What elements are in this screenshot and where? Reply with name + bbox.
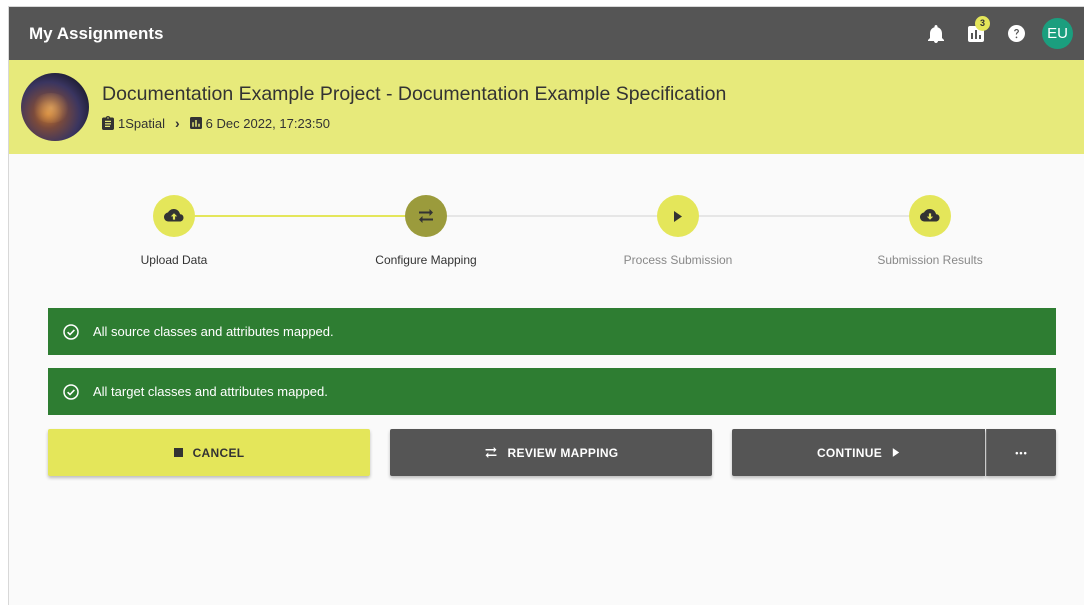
notification-count-badge: 3 <box>975 15 990 31</box>
check-circle-icon <box>63 383 79 400</box>
step-circle <box>153 195 195 237</box>
cancel-button-label: CANCEL <box>192 445 245 460</box>
cloud-upload-icon <box>164 209 184 222</box>
review-mapping-button[interactable]: REVIEW MAPPING <box>390 429 712 476</box>
breadcrumb: 1Spatial › 6 Dec 2022, 17:23:50 <box>102 115 726 131</box>
clipboard-icon <box>102 116 114 130</box>
breadcrumb-date[interactable]: 6 Dec 2022, 17:23:50 <box>206 116 330 131</box>
help-button[interactable] <box>996 14 1036 54</box>
page-title: My Assignments <box>29 23 164 43</box>
step-circle <box>657 195 699 237</box>
step-process-submission[interactable]: Process Submission <box>578 195 778 267</box>
swap-arrows-icon <box>485 447 496 458</box>
app-bar: My Assignments 3 EU <box>9 7 1084 60</box>
notifications-button[interactable] <box>916 14 956 54</box>
progress-stepper: Upload Data Configure Mapping Process Su… <box>49 187 1049 277</box>
appbar-actions: 3 EU <box>916 14 1073 54</box>
step-configure-mapping[interactable]: Configure Mapping <box>326 195 526 267</box>
continue-button[interactable]: CONTINUE <box>732 429 985 476</box>
step-label: Process Submission <box>623 253 733 267</box>
review-mapping-button-label: REVIEW MAPPING <box>507 445 619 460</box>
project-header: Documentation Example Project - Document… <box>9 60 1084 154</box>
step-submission-results[interactable]: Submission Results <box>830 195 1030 267</box>
step-circle <box>909 195 951 237</box>
more-horizontal-icon: ••• <box>1015 447 1028 458</box>
step-label: Upload Data <box>140 253 208 267</box>
project-info: Documentation Example Project - Document… <box>102 83 726 131</box>
user-avatar[interactable]: EU <box>1042 18 1073 49</box>
success-alert: All target classes and attributes mapped… <box>48 368 1056 415</box>
step-label: Submission Results <box>877 253 983 267</box>
breadcrumb-owner[interactable]: 1Spatial <box>118 116 165 131</box>
stop-icon <box>173 448 183 457</box>
alert-text: All target classes and attributes mapped… <box>93 384 328 399</box>
help-icon <box>1007 25 1025 42</box>
step-label: Configure Mapping <box>375 253 477 267</box>
swap-arrows-icon <box>419 209 433 223</box>
app-frame: My Assignments 3 EU Documentation Exampl… <box>8 6 1084 605</box>
more-options-button[interactable]: ••• <box>986 429 1056 476</box>
play-icon <box>674 210 682 222</box>
chevron-right-icon: › <box>174 115 180 131</box>
project-title: Documentation Example Project - Document… <box>102 83 727 105</box>
success-alert: All source classes and attributes mapped… <box>48 308 1056 355</box>
bar-chart-icon <box>189 117 202 129</box>
step-circle-active <box>405 195 447 237</box>
bell-icon <box>928 24 944 43</box>
check-circle-icon <box>63 323 79 340</box>
step-upload-data[interactable]: Upload Data <box>74 195 274 267</box>
play-icon <box>892 448 900 457</box>
reports-button[interactable]: 3 <box>956 14 996 54</box>
cloud-download-icon <box>920 209 940 222</box>
continue-button-label: CONTINUE <box>816 445 883 460</box>
cancel-button[interactable]: CANCEL <box>48 429 370 476</box>
alert-text: All source classes and attributes mapped… <box>93 324 334 339</box>
project-thumbnail <box>21 73 89 141</box>
